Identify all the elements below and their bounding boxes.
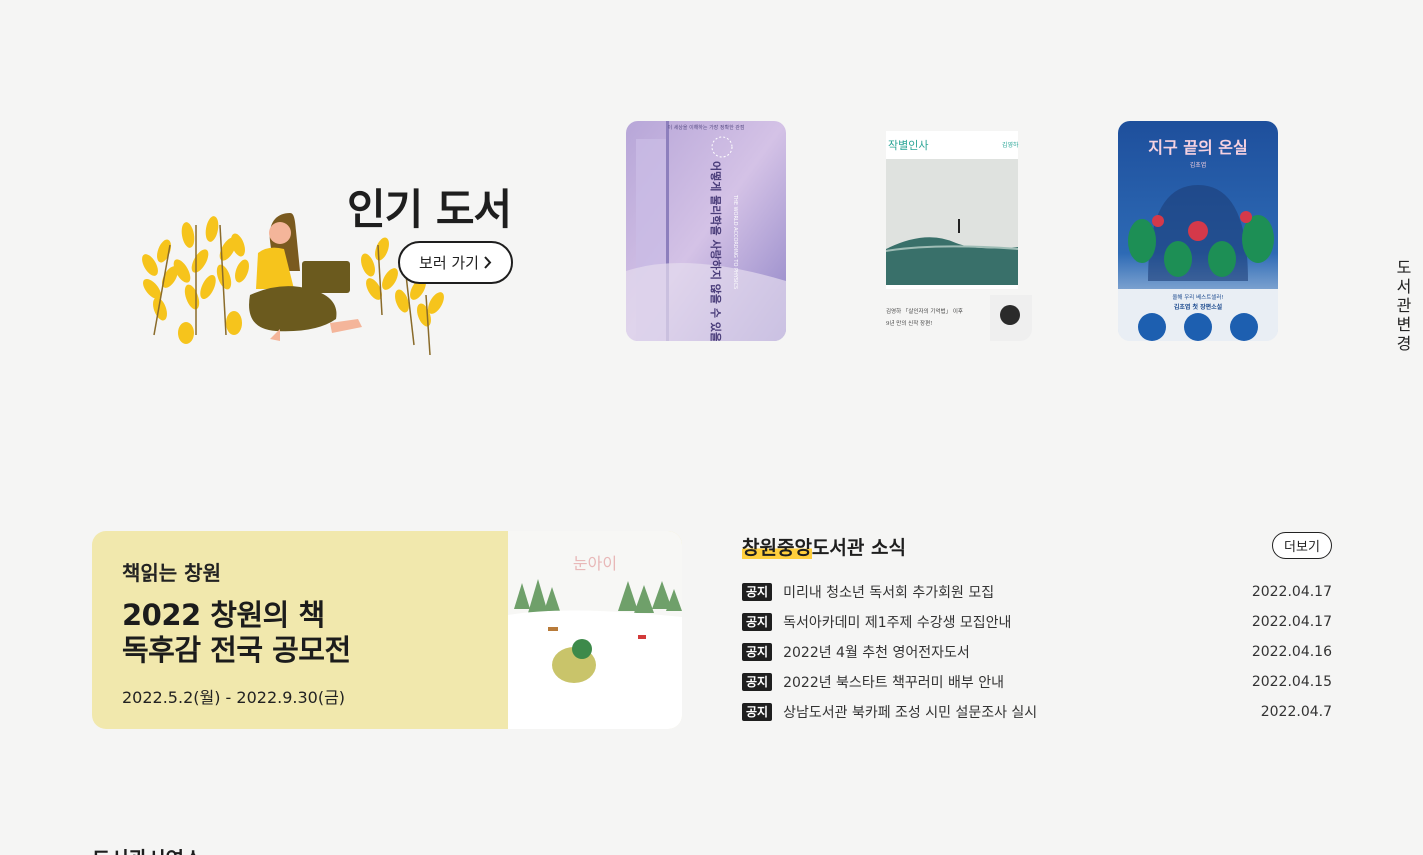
book-title: 지구 끝의 온실 <box>1148 138 1247 157</box>
popular-book-farewell[interactable]: 작별인사 김영하 김영하 「살인자의 기억법」 이후 9년 만의 신작 장편! <box>872 121 1032 341</box>
banner-date: 2022.5.2(월) - 2022.9.30(금) <box>122 688 346 707</box>
view-popular-button[interactable]: 보러 가기 <box>398 241 513 284</box>
notice-date: 2022.04.17 <box>1251 584 1332 600</box>
notice-tag: 공지 <box>742 583 773 601</box>
notice-tag: 공지 <box>742 613 773 631</box>
notice-title[interactable]: 독서아카데미 제1주제 수강생 모집안내 <box>783 612 1252 632</box>
banner-title-line1: 2022 창원의 책 <box>122 598 325 632</box>
notice-list: 공지 미리내 청소년 독서회 추가회원 모집 2022.04.17 공지 독서아… <box>742 577 1332 727</box>
popular-book-physics[interactable]: 이 세상을 이해하는 가장 정확한 관점 어떻게 물리학을 사랑하지 않을 수 … <box>626 121 786 341</box>
book-band-2: 김초엽 첫 장편소설 <box>1174 303 1223 311</box>
banner-book-title: 눈아이 <box>573 554 617 573</box>
notice-title[interactable]: 미리내 청소년 독서회 추가회원 모집 <box>783 582 1252 602</box>
notice-section-title: 창원중앙도서관 소식 <box>742 533 906 560</box>
book-caption-1: 김영하 「살인자의 기억법」 이후 <box>886 307 963 315</box>
notice-item[interactable]: 공지 미리내 청소년 독서회 추가회원 모집 2022.04.17 <box>742 577 1332 607</box>
banner-text-group: 책읽는 창원 2022 창원의 책 독후감 전국 공모전 2022.5.2(월)… <box>122 557 351 708</box>
book-cover-physics: 이 세상을 이해하는 가장 정확한 관점 어떻게 물리학을 사랑하지 않을 수 … <box>626 121 786 341</box>
book-caption-2: 9년 만의 신작 장편! <box>886 319 932 327</box>
notice-item[interactable]: 공지 독서아카데미 제1주제 수강생 모집안내 2022.04.17 <box>742 607 1332 637</box>
book-english-title: THE WORLD ACCORDING TO PHYSICS <box>732 194 738 289</box>
notice-more-button[interactable]: 더보기 <box>1272 532 1332 559</box>
book-author: 김초엽 <box>1190 161 1207 169</box>
book-tagline: 이 세상을 이해하는 가장 정확한 관점 <box>668 124 745 131</box>
notice-title[interactable]: 2022년 4월 추천 영어전자도서 <box>783 642 1252 662</box>
book-author: 김영하 <box>1002 141 1019 149</box>
event-banner[interactable]: 책읽는 창원 2022 창원의 책 독후감 전국 공모전 2022.5.2(월)… <box>92 531 682 729</box>
view-popular-label: 보러 가기 <box>419 254 479 272</box>
notice-date: 2022.04.15 <box>1251 674 1332 690</box>
notice-date: 2022.04.17 <box>1251 614 1332 630</box>
notice-date: 2022.04.7 <box>1260 704 1332 720</box>
notice-title[interactable]: 상남도서관 북카페 조성 시민 설문조사 실시 <box>783 702 1261 722</box>
notice-title-highlight: 창원중앙 <box>742 537 812 559</box>
notice-tag: 공지 <box>742 703 773 721</box>
notice-tag: 공지 <box>742 643 773 661</box>
book-title: 어떻게 물리학을 사랑하지 않을 수 있을까? <box>709 161 723 341</box>
library-change-button[interactable]: 도서관변경 <box>1393 258 1415 353</box>
next-section-title: 도서관시연소 <box>92 843 202 855</box>
banner-book-cover: 눈아이 <box>508 531 682 729</box>
notice-title-rest: 도서관 소식 <box>811 537 906 559</box>
banner-subtitle: 책읽는 창원 <box>122 561 221 585</box>
popular-book-greenhouse[interactable]: 지구 끝의 온실 김초엽 올해 우리 베스트셀러! 김초엽 첫 장편소설 <box>1118 121 1278 341</box>
notice-item[interactable]: 공지 2022년 북스타트 책꾸러미 배부 안내 2022.04.15 <box>742 667 1332 697</box>
notice-item[interactable]: 공지 상남도서관 북카페 조성 시민 설문조사 실시 2022.04.7 <box>742 697 1332 727</box>
notice-tag: 공지 <box>742 673 773 691</box>
popular-books-title: 인기 도서 <box>347 185 512 234</box>
book-band-1: 올해 우리 베스트셀러! <box>1172 293 1223 301</box>
chevron-right-icon <box>484 256 492 269</box>
notice-item[interactable]: 공지 2022년 4월 추천 영어전자도서 2022.04.16 <box>742 637 1332 667</box>
banner-title-line2: 독후감 전국 공모전 <box>122 633 351 667</box>
banner-title: 2022 창원의 책 독후감 전국 공모전 <box>122 598 351 668</box>
book-cover-greenhouse: 지구 끝의 온실 김초엽 올해 우리 베스트셀러! 김초엽 첫 장편소설 <box>1118 121 1278 341</box>
notice-title[interactable]: 2022년 북스타트 책꾸러미 배부 안내 <box>783 672 1252 692</box>
notice-date: 2022.04.16 <box>1251 644 1332 660</box>
book-cover-farewell: 작별인사 김영하 김영하 「살인자의 기억법」 이후 9년 만의 신작 장편! <box>872 121 1032 341</box>
book-title: 작별인사 <box>888 139 928 152</box>
